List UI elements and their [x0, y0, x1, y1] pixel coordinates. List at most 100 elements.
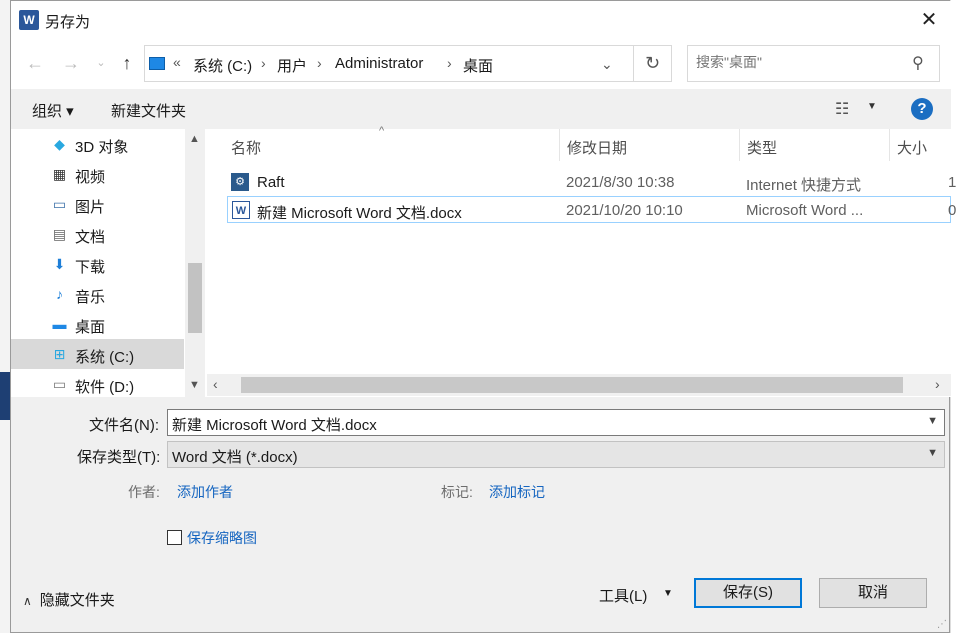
search-icon[interactable]: ⚲: [912, 53, 924, 73]
resize-grip-icon[interactable]: ⋰: [937, 619, 947, 630]
video-icon: ▦: [52, 166, 67, 182]
file-modified: 2021/8/30 10:38: [566, 174, 675, 191]
desktop-icon: ▬: [52, 316, 67, 332]
word-icon: W: [19, 10, 39, 30]
column-header-type[interactable]: 类型: [739, 129, 889, 161]
sidebar-item-label: 音乐: [75, 289, 106, 306]
horizontal-scrollbar[interactable]: ‹ ›: [207, 374, 951, 396]
hide-folders-label: 隐藏文件夹: [39, 592, 115, 609]
breadcrumb-drive[interactable]: 系统 (C:): [193, 55, 252, 76]
file-row-selected[interactable]: W 新建 Microsoft Word 文档.docx 2021/10/20 1…: [227, 196, 956, 223]
column-name-label: 名称: [231, 140, 262, 157]
download-icon: ⬇: [53, 256, 66, 272]
scrollbar-thumb[interactable]: [241, 377, 903, 393]
breadcrumb-separator-icon[interactable]: ›: [447, 55, 452, 71]
music-icon: ♪: [56, 286, 63, 302]
breadcrumb-users[interactable]: 用户: [277, 55, 307, 76]
sidebar-item-software-d[interactable]: ▭ 软件 (D:): [11, 369, 184, 399]
column-header-size[interactable]: 大小: [889, 129, 951, 161]
close-button[interactable]: ✕: [907, 1, 951, 39]
filetype-label: 保存类型(T):: [77, 449, 161, 466]
file-size: 0: [948, 202, 957, 219]
save-button[interactable]: 保存(S): [694, 578, 802, 608]
filetype-value: Word 文档 (*.docx): [172, 449, 298, 466]
scroll-up-icon[interactable]: ▲: [189, 133, 200, 145]
scroll-left-icon[interactable]: ‹: [213, 376, 218, 392]
picture-icon: ▭: [52, 196, 67, 212]
sidebar-item-music[interactable]: ♪ 音乐: [11, 279, 184, 309]
save-thumbnail-checkbox[interactable]: [167, 530, 182, 545]
shortcut-icon: ⚙: [231, 173, 249, 191]
help-icon[interactable]: ?: [911, 98, 933, 120]
new-folder-button[interactable]: 新建文件夹: [111, 100, 186, 121]
breadcrumb-desktop[interactable]: 桌面: [463, 55, 493, 76]
filetype-select[interactable]: Word 文档 (*.docx) ▼: [167, 441, 945, 468]
hide-folders-toggle[interactable]: ∧ 隐藏文件夹: [23, 589, 115, 610]
chevron-down-icon[interactable]: ▼: [927, 447, 938, 459]
navigation-pane: ◆ 3D 对象 ▦ 视频 ▭ 图片 ▤ 文档 ⬇ 下载 ♪ 音乐 ▬ 桌面 ⊞: [11, 129, 207, 397]
add-tags-link[interactable]: 添加标记: [489, 482, 545, 502]
save-thumbnail-label[interactable]: 保存缩略图: [187, 528, 257, 548]
file-row[interactable]: ⚙ Raft 2021/8/30 10:38 Internet 快捷方式 1: [227, 169, 956, 196]
chevron-down-icon[interactable]: ▼: [867, 101, 877, 112]
breadcrumb-separator-icon[interactable]: ›: [317, 55, 322, 71]
sidebar-item-downloads[interactable]: ⬇ 下载: [11, 249, 184, 279]
breadcrumb-overflow[interactable]: «: [173, 54, 181, 70]
tags-label: 标记:: [441, 484, 473, 500]
file-type: Microsoft Word ...: [746, 202, 864, 219]
search-box[interactable]: ⚲: [687, 45, 940, 82]
cube-3d-icon: ◆: [54, 136, 65, 152]
file-name: Raft: [257, 174, 285, 191]
navigation-bar: ← → ⌄ ↑ « 系统 (C:) › 用户 › Administrator ›…: [11, 39, 951, 89]
sidebar-item-label: 桌面: [75, 319, 106, 336]
chevron-up-icon: ∧: [23, 594, 32, 608]
column-type-label: 类型: [747, 140, 778, 157]
column-header-modified[interactable]: 修改日期: [559, 129, 739, 161]
filename-field[interactable]: 新建 Microsoft Word 文档.docx ▼: [167, 409, 945, 436]
add-author-link[interactable]: 添加作者: [177, 482, 233, 502]
monitor-icon: [149, 57, 165, 70]
organize-button[interactable]: 组织 ▾: [32, 100, 74, 121]
sidebar-scrollbar[interactable]: ▲ ▼: [185, 129, 205, 397]
refresh-icon[interactable]: ↻: [633, 46, 671, 81]
sidebar-item-system-c[interactable]: ⊞ 系统 (C:): [11, 339, 184, 369]
sidebar-item-label: 视频: [75, 169, 106, 186]
tools-button[interactable]: 工具(L): [599, 585, 647, 606]
scroll-down-icon[interactable]: ▼: [189, 379, 200, 391]
window-title: 另存为: [45, 14, 91, 31]
filename-value[interactable]: 新建 Microsoft Word 文档.docx: [172, 414, 377, 435]
breadcrumb-separator-icon[interactable]: ›: [261, 55, 266, 71]
file-type: Internet 快捷方式: [746, 177, 862, 194]
sidebar-item-3d-objects[interactable]: ◆ 3D 对象: [11, 129, 184, 159]
scrollbar-thumb[interactable]: [188, 263, 202, 333]
breadcrumb-administrator[interactable]: Administrator: [335, 55, 423, 72]
chevron-down-icon[interactable]: ⌄: [601, 56, 613, 73]
search-input[interactable]: [696, 54, 906, 70]
sidebar-item-pictures[interactable]: ▭ 图片: [11, 189, 184, 219]
sidebar-item-label: 3D 对象: [75, 139, 129, 156]
cancel-button[interactable]: 取消: [819, 578, 927, 608]
sidebar-item-videos[interactable]: ▦ 视频: [11, 159, 184, 189]
command-toolbar: 组织 ▾ 新建文件夹 ☷ ▼ ?: [11, 89, 951, 129]
chevron-down-icon[interactable]: ▼: [663, 588, 673, 599]
background-window-accent: [0, 372, 10, 420]
address-bar[interactable]: « 系统 (C:) › 用户 › Administrator › 桌面 ⌄ ↻: [144, 45, 672, 82]
forward-arrow-icon[interactable]: →: [59, 51, 83, 75]
scroll-right-icon[interactable]: ›: [935, 376, 940, 392]
sidebar-item-label: 文档: [75, 229, 106, 246]
up-arrow-icon[interactable]: ↑: [115, 51, 139, 75]
sidebar-item-documents[interactable]: ▤ 文档: [11, 219, 184, 249]
file-name: 新建 Microsoft Word 文档.docx: [257, 205, 462, 222]
sidebar-item-desktop[interactable]: ▬ 桌面: [11, 309, 184, 339]
recent-locations-chevron-icon[interactable]: ⌄: [89, 51, 113, 75]
back-arrow-icon[interactable]: ←: [23, 51, 47, 75]
author-label: 作者:: [128, 484, 160, 500]
file-size: 1: [948, 174, 957, 191]
column-modified-label: 修改日期: [567, 140, 628, 157]
column-header-name[interactable]: 名称: [207, 129, 559, 161]
column-size-label: 大小: [897, 140, 928, 157]
chevron-down-icon[interactable]: ▼: [927, 415, 938, 427]
document-icon: ▤: [52, 226, 67, 242]
sidebar-item-label: 系统 (C:): [75, 349, 135, 366]
view-options-icon[interactable]: ☷: [835, 99, 849, 119]
